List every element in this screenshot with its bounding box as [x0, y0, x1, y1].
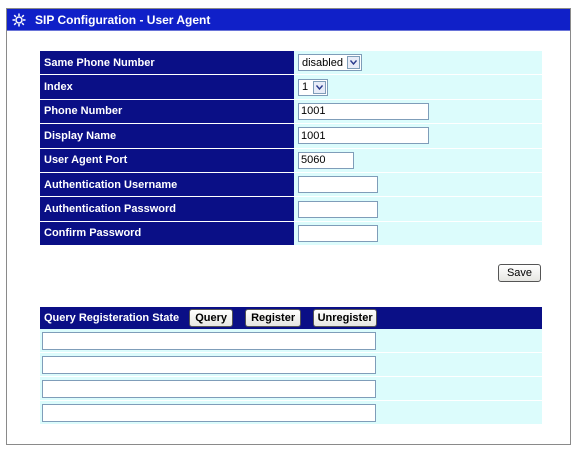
config-table: Same Phone Number disabled Index 1 Phone…	[40, 51, 542, 247]
value-cell	[294, 124, 542, 149]
label-confirm-password: Confirm Password	[40, 221, 294, 247]
chevron-down-icon[interactable]	[313, 80, 326, 94]
label-index: Index	[40, 75, 294, 100]
value-cell	[294, 197, 542, 222]
label-user-agent-port: User Agent Port	[40, 148, 294, 173]
value-cell	[294, 99, 542, 125]
row-confirm-password: Confirm Password	[40, 221, 542, 247]
same-phone-number-value: disabled	[302, 56, 343, 69]
user-agent-port-input[interactable]	[298, 151, 354, 169]
row-auth-password: Authentication Password	[40, 197, 542, 222]
label-same-phone-number: Same Phone Number	[40, 51, 294, 76]
result-field-3[interactable]	[42, 379, 376, 398]
row-auth-username: Authentication Username	[40, 172, 542, 198]
gear-icon	[11, 12, 27, 28]
value-cell	[294, 148, 542, 173]
window-title: SIP Configuration - User Agent	[35, 12, 211, 27]
row-same-phone-number: Same Phone Number disabled	[40, 51, 542, 76]
window-title-bar: SIP Configuration - User Agent	[7, 9, 570, 31]
query-button[interactable]: Query	[189, 309, 234, 327]
phone-number-input[interactable]	[298, 102, 429, 120]
row-user-agent-port: User Agent Port	[40, 148, 542, 173]
result-row	[40, 377, 542, 401]
label-auth-password: Authentication Password	[40, 197, 294, 222]
same-phone-number-select[interactable]: disabled	[298, 54, 362, 72]
result-row	[40, 329, 542, 353]
row-index: Index 1	[40, 75, 542, 100]
config-window: SIP Configuration - User Agent Same Phon…	[6, 8, 571, 445]
query-registration-panel: Query Registeration State Query Register…	[40, 307, 542, 425]
register-button[interactable]: Register	[245, 309, 302, 327]
label-auth-username: Authentication Username	[40, 172, 294, 198]
result-row	[40, 353, 542, 377]
chevron-down-icon[interactable]	[347, 56, 360, 70]
query-label: Query Registeration State	[44, 312, 180, 324]
index-value: 1	[302, 81, 309, 94]
value-cell: disabled	[294, 51, 542, 76]
value-cell	[294, 172, 542, 198]
index-select[interactable]: 1	[298, 78, 328, 96]
query-header: Query Registeration State Query Register…	[40, 307, 542, 329]
save-button[interactable]: Save	[498, 264, 541, 282]
result-field-2[interactable]	[42, 355, 376, 374]
unregister-button[interactable]: Unregister	[313, 309, 378, 327]
label-display-name: Display Name	[40, 124, 294, 149]
confirm-password-input[interactable]	[298, 224, 378, 242]
result-row	[40, 401, 542, 425]
row-phone-number: Phone Number	[40, 99, 542, 125]
label-phone-number: Phone Number	[40, 99, 294, 125]
auth-password-input[interactable]	[298, 200, 378, 218]
auth-username-input[interactable]	[298, 176, 378, 194]
display-name-input[interactable]	[298, 127, 429, 145]
value-cell: 1	[294, 75, 542, 100]
result-field-4[interactable]	[42, 403, 376, 422]
row-display-name: Display Name	[40, 124, 542, 149]
value-cell	[294, 221, 542, 247]
result-field-1[interactable]	[42, 331, 376, 350]
